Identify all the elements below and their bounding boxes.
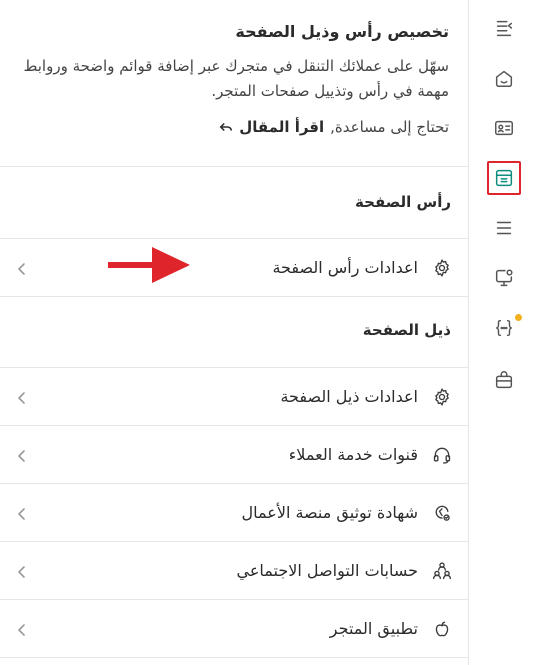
bag-icon[interactable] <box>484 360 524 400</box>
read-article-link[interactable]: اقرأ المقال <box>239 118 324 136</box>
footer-settings-row[interactable]: اعدادات ذيل الصفحة <box>0 367 468 425</box>
settings-panel: تخصيص رأس وذيل الصفحة سهّل على عملائك ال… <box>0 0 468 665</box>
divider <box>0 296 468 297</box>
chevron-left-icon <box>16 261 28 275</box>
row-label: اعدادات ذيل الصفحة <box>280 387 418 406</box>
store-app-row[interactable]: تطبيق المتجر <box>0 599 468 657</box>
intro-block: تخصيص رأس وذيل الصفحة سهّل على عملائك ال… <box>19 20 450 136</box>
customer-service-channels-row[interactable]: قنوات خدمة العملاء <box>0 425 468 483</box>
row-label: اعدادات رأس الصفحة <box>272 258 418 277</box>
gear-icon <box>430 385 454 409</box>
help-line: تحتاج إلى مساعدة, اقرأ المقال <box>19 118 449 136</box>
social-accounts-row[interactable]: حسابات التواصل الاجتماعي <box>0 541 468 599</box>
apple-icon <box>430 617 454 641</box>
divider <box>0 166 468 167</box>
footer-section-title: ذيل الصفحة <box>362 321 451 339</box>
red-arrow-annotation <box>108 247 190 283</box>
layout-icon[interactable] <box>487 161 521 195</box>
chevron-left-icon <box>16 448 28 462</box>
gear-icon <box>430 256 454 280</box>
help-prefix: تحتاج إلى مساعدة, <box>330 118 449 136</box>
row-label: شهادة توثيق منصة الأعمال <box>241 503 418 522</box>
page-description: سهّل على عملائك التنقل في متجرك عبر إضاف… <box>23 57 450 100</box>
headset-icon <box>430 443 454 467</box>
code-braces-icon[interactable] <box>484 308 524 348</box>
divider <box>0 657 468 658</box>
page-title: تخصيص رأس وذيل الصفحة <box>235 22 449 41</box>
chevron-left-icon <box>16 506 28 520</box>
header-settings-row[interactable]: اعدادات رأس الصفحة <box>0 238 468 296</box>
collapse-menu-icon[interactable] <box>484 8 524 48</box>
row-label: تطبيق المتجر <box>329 619 418 638</box>
display-settings-icon[interactable] <box>484 258 524 298</box>
business-certificate-row[interactable]: شهادة توثيق منصة الأعمال <box>0 483 468 541</box>
menu-lines-icon[interactable] <box>484 208 524 248</box>
chevron-left-icon <box>16 622 28 636</box>
home-icon[interactable] <box>484 58 524 98</box>
certificate-icon <box>430 501 454 525</box>
row-label: قنوات خدمة العملاء <box>288 445 418 464</box>
icon-rail <box>468 0 537 665</box>
chevron-left-icon <box>16 390 28 404</box>
chevron-left-icon <box>16 564 28 578</box>
row-label: حسابات التواصل الاجتماعي <box>236 561 418 580</box>
people-icon <box>430 559 454 583</box>
id-card-icon[interactable] <box>484 108 524 148</box>
notification-dot <box>515 314 522 321</box>
reply-arrow-icon <box>219 122 233 132</box>
header-section-title: رأس الصفحة <box>355 193 451 211</box>
